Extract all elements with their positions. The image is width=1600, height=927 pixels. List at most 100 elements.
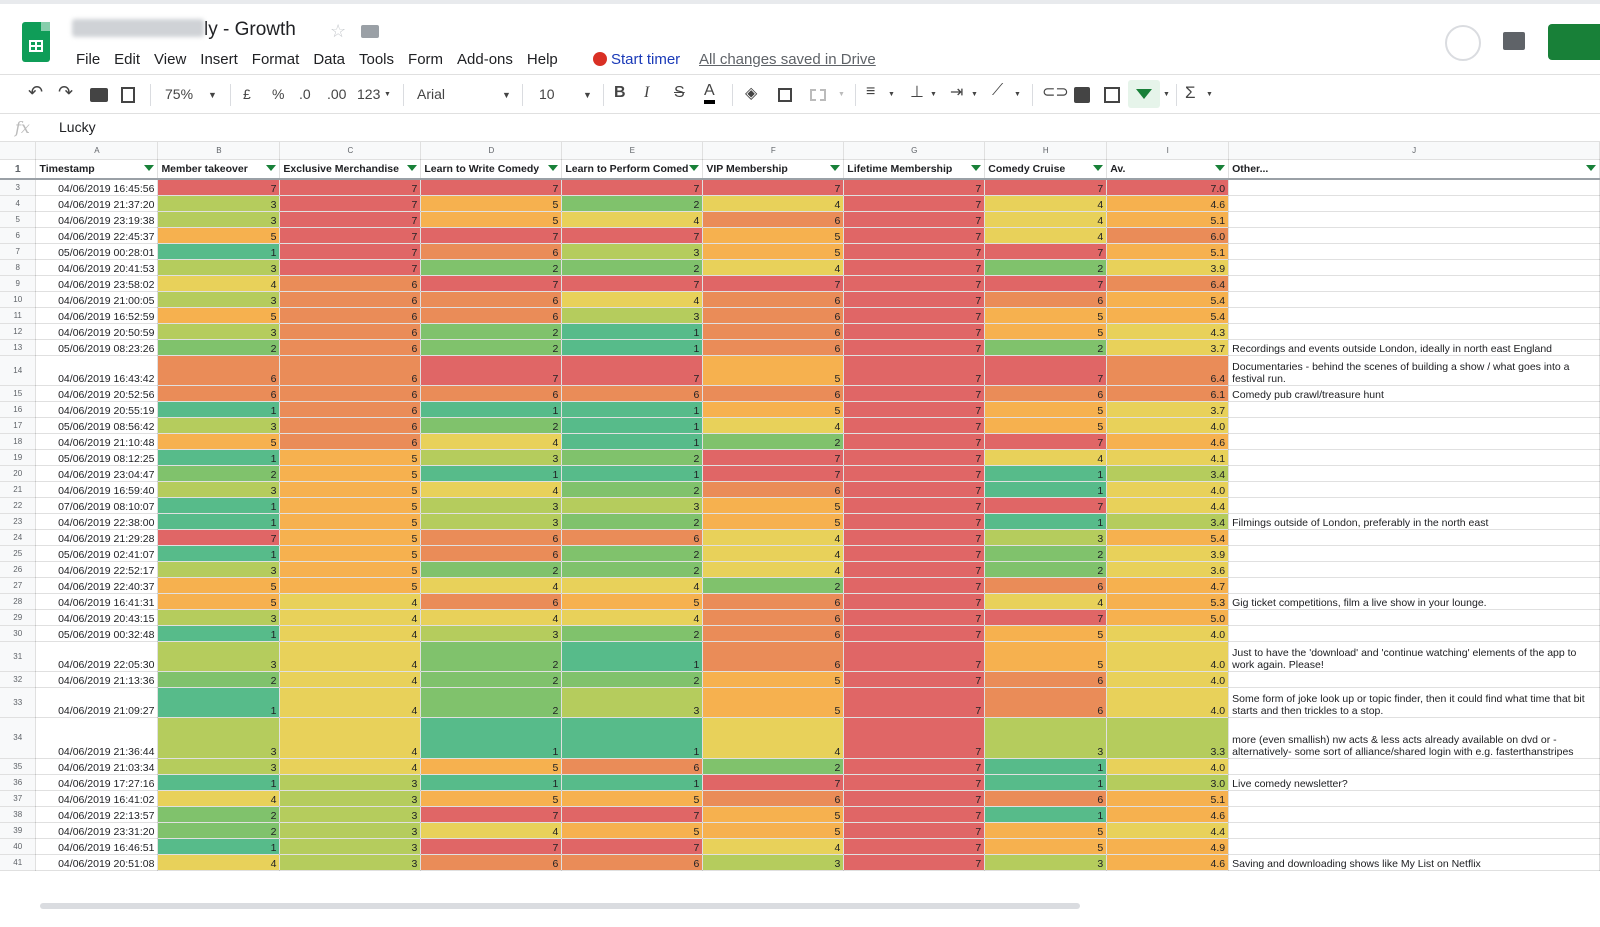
rating-cell[interactable]: 4 [279,671,422,688]
rating-cell[interactable]: 5 [984,838,1108,855]
rating-cell[interactable]: 1 [561,774,704,791]
rating-cell[interactable]: 6 [279,275,422,292]
insert-link-icon[interactable]: ⊂⊃ [1042,82,1069,102]
rating-cell[interactable]: 2 [561,561,704,578]
menu-item-help[interactable]: Help [527,51,558,68]
average-cell[interactable]: 5.4 [1106,529,1230,546]
rotation-dropdown-icon[interactable]: ▼ [1014,91,1021,98]
rating-cell[interactable]: 7 [984,243,1108,260]
timestamp-cell[interactable]: 04/06/2019 20:43:15 [35,609,159,626]
rating-cell[interactable]: 4 [561,211,704,228]
rating-cell[interactable]: 4 [420,481,563,498]
average-cell[interactable]: 4.6 [1106,806,1230,823]
average-cell[interactable]: 6.4 [1106,275,1230,292]
merge-dropdown-icon[interactable]: ▼ [838,91,845,98]
font-dropdown-icon[interactable]: ▼ [502,90,511,100]
other-cell[interactable] [1228,179,1600,196]
average-cell[interactable]: 5.4 [1106,291,1230,308]
rating-cell[interactable]: 2 [561,513,704,530]
rating-cell[interactable]: 7 [843,529,986,546]
row-header[interactable]: 12 [0,323,37,340]
rating-cell[interactable]: 7 [843,774,986,791]
menu-item-edit[interactable]: Edit [114,51,140,68]
rating-cell[interactable]: 2 [561,195,704,212]
rating-cell[interactable]: 7 [843,227,986,244]
rating-cell[interactable]: 6 [420,545,563,562]
rating-cell[interactable]: 1 [561,417,704,434]
rating-cell[interactable]: 7 [843,822,986,839]
row-header[interactable]: 11 [0,307,37,324]
sheets-logo-icon[interactable] [22,22,50,62]
rating-cell[interactable]: 4 [984,227,1108,244]
rating-cell[interactable]: 6 [702,641,845,672]
rating-cell[interactable]: 5 [279,465,422,482]
other-cell[interactable] [1228,195,1600,212]
bold-button[interactable]: B [614,84,626,102]
row-header[interactable]: 15 [0,385,37,402]
rating-cell[interactable]: 2 [561,671,704,688]
undo-icon[interactable]: ↶ [28,82,43,103]
average-cell[interactable]: 6.0 [1106,227,1230,244]
rating-cell[interactable]: 7 [843,593,986,610]
average-cell[interactable]: 4.1 [1106,449,1230,466]
other-cell[interactable] [1228,449,1600,466]
rating-cell[interactable]: 2 [561,481,704,498]
rating-cell[interactable]: 1 [561,717,704,759]
rating-cell[interactable]: 7 [843,385,986,402]
column-title-cell[interactable]: VIP Membership [702,159,845,180]
rating-cell[interactable]: 7 [843,417,986,434]
timestamp-cell[interactable]: 05/06/2019 08:23:26 [35,339,159,356]
rating-cell[interactable]: 2 [984,561,1108,578]
average-cell[interactable]: 3.6 [1106,561,1230,578]
rating-cell[interactable]: 3 [561,497,704,514]
paint-format-icon[interactable] [121,87,135,103]
rating-cell[interactable]: 2 [420,339,563,356]
row-header[interactable]: 13 [0,339,37,356]
rating-cell[interactable]: 7 [843,758,986,775]
rating-cell[interactable]: 7 [843,211,986,228]
average-cell[interactable]: 5.4 [1106,307,1230,324]
rating-cell[interactable]: 1 [157,513,281,530]
column-filter-icon[interactable] [689,165,700,171]
rating-cell[interactable]: 7 [279,243,422,260]
font-size-select[interactable]: 10 [539,86,555,102]
timestamp-cell[interactable]: 04/06/2019 21:09:27 [35,687,159,718]
rating-cell[interactable]: 5 [702,401,845,418]
timestamp-cell[interactable]: 04/06/2019 21:29:28 [35,529,159,546]
rating-cell[interactable]: 5 [279,561,422,578]
other-cell[interactable]: Documentaries - behind the scenes of bui… [1228,355,1600,386]
rating-cell[interactable]: 1 [157,687,281,718]
timestamp-cell[interactable]: 04/06/2019 16:43:42 [35,355,159,386]
rating-cell[interactable]: 2 [984,339,1108,356]
redo-icon[interactable]: ↷ [58,82,73,103]
average-cell[interactable]: 4.0 [1106,641,1230,672]
row-header[interactable]: 17 [0,417,37,434]
rating-cell[interactable]: 7 [843,577,986,594]
row-header[interactable]: 18 [0,433,37,450]
average-cell[interactable]: 4.0 [1106,481,1230,498]
rating-cell[interactable]: 6 [420,307,563,324]
rating-cell[interactable]: 4 [561,577,704,594]
timestamp-cell[interactable]: 04/06/2019 21:00:05 [35,291,159,308]
rating-cell[interactable]: 7 [420,838,563,855]
column-title-cell[interactable]: Member takeover [157,159,281,180]
rating-cell[interactable]: 4 [702,529,845,546]
horizontal-scrollbar[interactable] [40,903,1080,909]
other-cell[interactable] [1228,275,1600,292]
rating-cell[interactable]: 5 [157,433,281,450]
rating-cell[interactable]: 2 [702,433,845,450]
rating-cell[interactable]: 5 [702,687,845,718]
average-cell[interactable]: 4.7 [1106,577,1230,594]
rating-cell[interactable]: 6 [561,385,704,402]
average-cell[interactable]: 5.0 [1106,609,1230,626]
other-cell[interactable] [1228,625,1600,642]
rating-cell[interactable]: 3 [279,806,422,823]
rating-cell[interactable]: 2 [420,561,563,578]
save-status-link[interactable]: All changes saved in Drive [699,51,876,68]
row-header[interactable]: 37 [0,790,37,807]
rating-cell[interactable]: 6 [279,291,422,308]
rating-cell[interactable]: 4 [702,545,845,562]
horizontal-align-icon[interactable]: ≡ [866,83,875,101]
rating-cell[interactable]: 2 [420,259,563,276]
menu-item-insert[interactable]: Insert [200,51,238,68]
